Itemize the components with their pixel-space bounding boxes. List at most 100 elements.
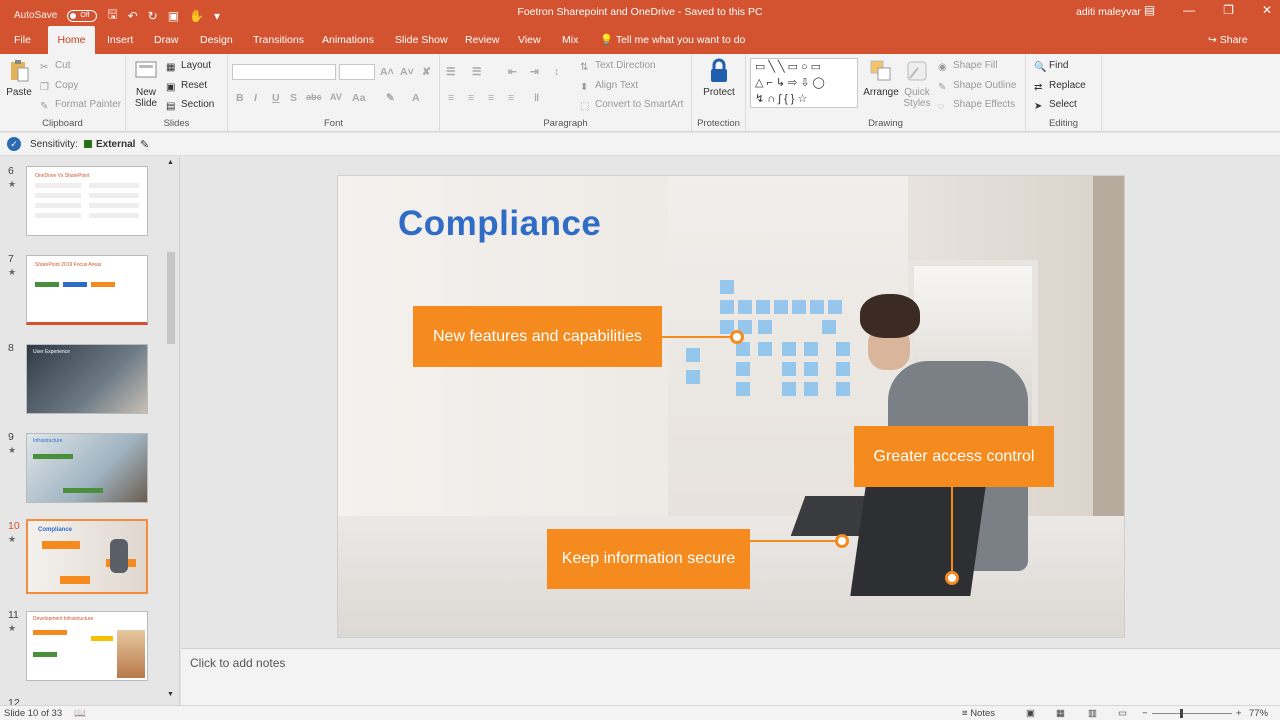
format-painter-button[interactable]: ✎ Format Painter [40,99,121,112]
numbering-icon[interactable]: ☰ [472,66,481,78]
slide-thumbnail[interactable]: Compliance [26,519,148,594]
tab-slide-show[interactable]: Slide Show [387,26,456,54]
layout-button[interactable]: ▦ Layout [166,60,211,73]
protect-button[interactable]: Protect [698,58,740,98]
shape-effects-button[interactable]: ◌ Shape Effects [938,99,1015,112]
spelling-icon[interactable]: 📖 [74,708,86,719]
justify-icon[interactable]: ≡ [508,92,514,104]
clear-formatting-icon[interactable]: ✘ [422,66,431,78]
zoom-in-icon[interactable]: + [1236,708,1242,719]
slide-thumbnail[interactable]: User Experience [26,344,148,414]
thumb-number: 9 [8,431,14,443]
align-text-button[interactable]: ⬍ Align Text [580,80,638,93]
line-spacing-icon[interactable]: ↕ [554,66,559,78]
columns-icon[interactable]: ‖ [534,92,539,104]
slide-thumbnail[interactable]: OneDrive Vs SharePoint [26,166,148,236]
shrink-font-icon[interactable]: A˅ [400,66,414,78]
decrease-indent-icon[interactable]: ⇤ [508,66,517,78]
change-case-icon[interactable]: Aa [352,92,365,104]
strikethrough-icon[interactable]: abc [306,92,322,102]
tell-me-search[interactable]: 💡 Tell me what you want to do [600,26,745,55]
edit-sensitivity-icon[interactable]: ✎ [140,138,149,151]
callout-access-control[interactable]: Greater access control [854,426,1054,487]
zoom-out-icon[interactable]: − [1142,708,1148,719]
lightbulb-icon: 💡 [600,34,614,46]
tab-review[interactable]: Review [457,26,507,54]
slide-show-icon[interactable]: ▭ [1118,708,1127,719]
sensitivity-value[interactable]: External [96,139,135,150]
align-right-icon[interactable]: ≡ [488,92,494,104]
shape-outline-button[interactable]: ✎ Shape Outline [938,80,1016,93]
reading-view-icon[interactable]: ▥ [1088,708,1097,719]
tab-insert[interactable]: Insert [99,26,141,54]
tab-file[interactable]: File [6,26,39,54]
tab-transitions[interactable]: Transitions [245,26,312,54]
new-slide-button[interactable]: New Slide [132,58,160,109]
tab-home[interactable]: Home [48,26,95,54]
zoom-slider-thumb[interactable] [1180,709,1183,718]
italic-icon[interactable]: I [254,92,257,104]
font-color-icon[interactable]: A [412,92,420,104]
format-painter-label: Format Painter [55,99,122,110]
tab-design[interactable]: Design [192,26,241,54]
copy-button[interactable]: ❐ Copy [40,80,78,93]
cut-button[interactable]: ✂ Cut [40,60,71,73]
callout-keep-secure[interactable]: Keep information secure [547,529,750,589]
slide[interactable]: Compliance New features and capabilities… [337,175,1125,638]
share-button[interactable]: ↪ Share [1208,26,1248,55]
center-icon[interactable]: ≡ [468,92,474,104]
select-button[interactable]: ➤ Select [1034,99,1077,112]
grow-font-icon[interactable]: A˄ [380,66,394,78]
notes-toggle[interactable]: ≡ Notes [962,708,995,719]
zoom-slider[interactable] [1152,713,1232,714]
close-icon[interactable]: ✕ [1262,3,1272,17]
section-button[interactable]: ▤ Section [166,99,214,112]
font-name-field[interactable] [232,64,336,80]
sticky-note [720,280,734,294]
increase-indent-icon[interactable]: ⇥ [530,66,539,78]
minimize-icon[interactable]: — [1183,3,1195,17]
shape-fill-button[interactable]: ◉ Shape Fill [938,60,997,73]
text-direction-button[interactable]: ⇅ Text Direction [580,60,656,73]
replace-button[interactable]: ⇄ Replace [1034,80,1086,93]
quick-styles-button[interactable]: Quick Styles [902,58,932,109]
paste-button[interactable]: Paste [4,58,34,98]
slide-title[interactable]: Compliance [398,204,601,244]
zoom-level[interactable]: 77% [1249,708,1268,719]
thumb-image [117,630,145,678]
tab-mix[interactable]: Mix [554,26,586,54]
character-spacing-icon[interactable]: AV [330,92,342,102]
shadow-icon[interactable]: S [290,92,297,104]
font-size-field[interactable] [339,64,375,80]
thumb-bar [33,652,57,657]
bullets-icon[interactable]: ☰ [446,66,455,78]
notes-pane[interactable]: Click to add notes [181,648,1280,705]
arrange-button[interactable]: Arrange [862,58,900,98]
scroll-down-icon[interactable]: ▼ [167,691,174,698]
slide-thumbnail[interactable]: Development Infrastructure [26,611,148,681]
shapes-gallery[interactable]: ▭╲╲▭○▭ △⌐↳⇨⇩◯ ↯∩∫{}☆ [750,58,858,108]
tab-draw[interactable]: Draw [146,26,187,54]
scroll-up-icon[interactable]: ▲ [167,159,174,166]
convert-smartart-button[interactable]: ⬚ Convert to SmartArt [580,99,683,112]
user-name[interactable]: aditi maleyvar [1076,6,1141,18]
reset-button[interactable]: ▣ Reset [166,80,207,93]
notes-icon: ≡ [962,708,968,719]
callout-new-features[interactable]: New features and capabilities [413,306,662,367]
highlight-icon[interactable]: ✎ [386,92,395,104]
tab-view[interactable]: View [510,26,549,54]
underline-icon[interactable]: U [272,92,280,104]
normal-view-icon[interactable]: ▣ [1026,708,1035,719]
ribbon-display-icon[interactable]: ▤ [1144,3,1155,17]
slide-sorter-icon[interactable]: ▦ [1056,708,1065,719]
find-button[interactable]: 🔍 Find [1034,60,1068,73]
smartart-icon: ⬚ [580,101,590,112]
slide-thumbnail[interactable]: SharePoint 2019 Focus Areas [26,255,148,325]
tab-animations[interactable]: Animations [314,26,382,54]
scroll-thumb[interactable] [167,252,175,344]
bold-icon[interactable]: B [236,92,244,104]
align-left-icon[interactable]: ≡ [448,92,454,104]
slide-thumbnail[interactable]: Infrastructure [26,433,148,503]
restore-icon[interactable]: ❐ [1223,3,1234,17]
thumbnails-scrollbar[interactable]: ▲ ▼ [165,157,177,705]
